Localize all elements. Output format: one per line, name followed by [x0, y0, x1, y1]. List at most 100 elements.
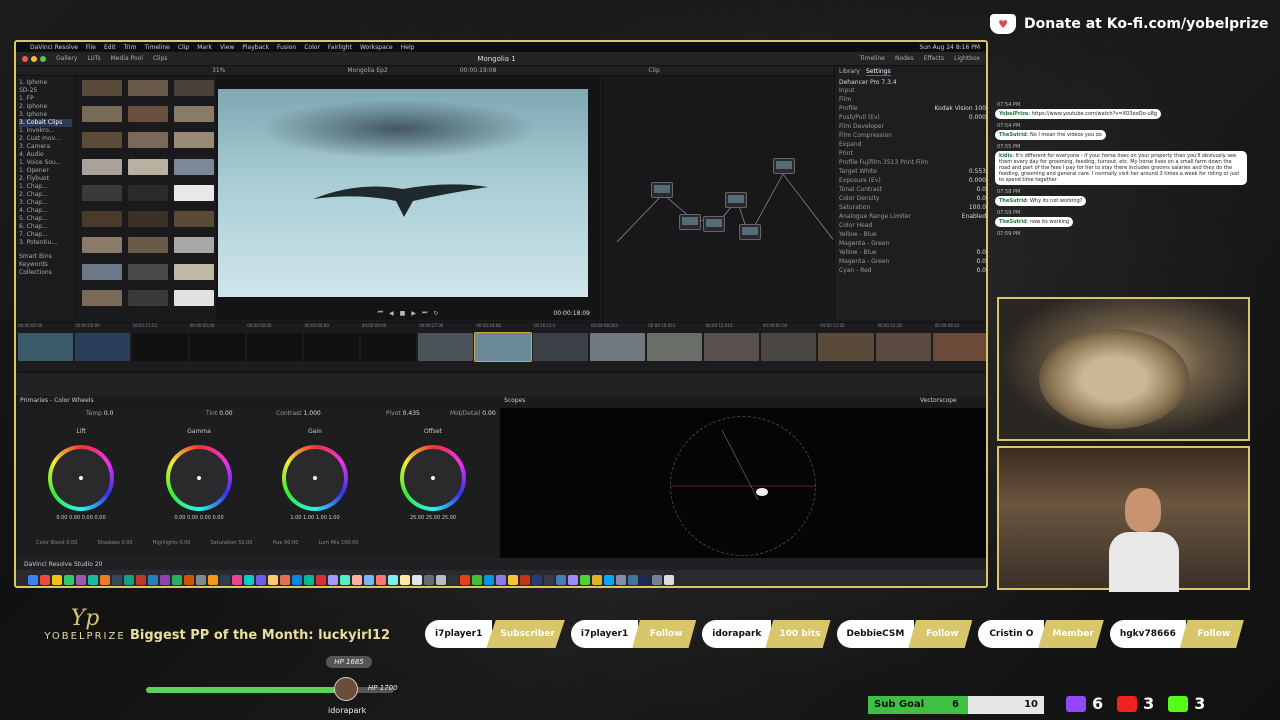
dock-app-icon[interactable]: [292, 575, 302, 585]
menu-view[interactable]: View: [220, 44, 234, 51]
dock-app-icon[interactable]: [628, 575, 638, 585]
node-03[interactable]: [703, 216, 725, 232]
smart-bin-item[interactable]: Keywords: [19, 261, 72, 269]
row-value[interactable]: 0.000: [969, 114, 986, 121]
dock-app-icon[interactable]: [376, 575, 386, 585]
tint-field[interactable]: Tint 0.00: [206, 410, 233, 417]
dock-app-icon[interactable]: [472, 575, 482, 585]
timeline-clip[interactable]: [303, 333, 360, 361]
middetail-field[interactable]: Mid/Detail 0.00: [450, 410, 496, 417]
row-value[interactable]: 100.0: [969, 204, 986, 211]
play-icon[interactable]: ▶: [411, 310, 416, 317]
media-thumbnail[interactable]: [82, 158, 122, 175]
dock-app-icon[interactable]: [508, 575, 518, 585]
media-thumbnail[interactable]: [174, 158, 214, 175]
row-value[interactable]: Enabled: [962, 213, 986, 220]
menu-workspace[interactable]: Workspace: [360, 44, 393, 51]
dock-app-icon[interactable]: [616, 575, 626, 585]
dock-app-icon[interactable]: [184, 575, 194, 585]
menu-playback[interactable]: Playback: [242, 44, 269, 51]
play-reverse-icon[interactable]: ◀: [389, 310, 394, 317]
color-boost-field[interactable]: Color Boost 0.00: [36, 540, 78, 550]
contrast-field[interactable]: Contrast 1.000: [276, 410, 321, 417]
dock-app-icon[interactable]: [196, 575, 206, 585]
tree-item[interactable]: 1. FP: [19, 95, 72, 103]
media-thumbnail[interactable]: [82, 80, 122, 96]
wheel-lift[interactable]: Lift 0.00 0.00 0.00 0.00: [46, 428, 116, 521]
dock-app-icon[interactable]: [388, 575, 398, 585]
menu-timeline[interactable]: Timeline: [144, 44, 170, 51]
shadows-field[interactable]: Shadows 0.00: [98, 540, 133, 550]
dock-app-icon[interactable]: [424, 575, 434, 585]
tab-luts[interactable]: LUTs: [87, 55, 100, 62]
dock-app-icon[interactable]: [496, 575, 506, 585]
wheel-offset[interactable]: Offset 25.00 25.00 25.00: [398, 428, 468, 521]
media-thumbnail[interactable]: [128, 211, 168, 228]
dock-app-icon[interactable]: [520, 575, 530, 585]
smart-bin-item[interactable]: Collections: [19, 269, 72, 277]
menu-help[interactable]: Help: [401, 44, 415, 51]
tree-item[interactable]: 1. Voice Sou...: [19, 159, 72, 167]
dock-app-icon[interactable]: [160, 575, 170, 585]
tree-item[interactable]: 4. Audio: [19, 151, 72, 159]
tab-settings-active[interactable]: Settings: [865, 68, 891, 76]
dock-app-icon[interactable]: [412, 575, 422, 585]
dock-app-icon[interactable]: [76, 575, 86, 585]
timeline-clip[interactable]: [646, 333, 703, 361]
skip-forward-icon[interactable]: ⏭: [422, 309, 427, 317]
dock-app-icon[interactable]: [280, 575, 290, 585]
dock-app-icon[interactable]: [448, 575, 458, 585]
row-value[interactable]: 0.000: [969, 177, 986, 184]
tree-item[interactable]: 1. Chap...: [19, 183, 72, 191]
dock-app-icon[interactable]: [640, 575, 650, 585]
tab-effects[interactable]: Effects: [924, 55, 944, 62]
timeline-clip[interactable]: [875, 333, 931, 361]
menu-color[interactable]: Color: [304, 44, 320, 51]
menu-fusion[interactable]: Fusion: [277, 44, 296, 51]
tree-item[interactable]: 2. Flybuot: [19, 175, 72, 183]
wheel-values[interactable]: 0.00 0.00 0.00 0.00: [46, 515, 116, 521]
tree-item[interactable]: 3. Chap...: [19, 199, 72, 207]
dock-app-icon[interactable]: [484, 575, 494, 585]
timeline-clip[interactable]: [418, 333, 474, 361]
donate-banner[interactable]: ♥ Donate at Ko-fi.com/yobelprize: [990, 14, 1269, 34]
dock-app-icon[interactable]: [28, 575, 38, 585]
dock-app-icon[interactable]: [100, 575, 110, 585]
smart-bins[interactable]: Smart Bins: [19, 253, 72, 261]
dock-app-icon[interactable]: [652, 575, 662, 585]
dock-app-icon[interactable]: [112, 575, 122, 585]
timeline-clip[interactable]: [246, 333, 302, 361]
dock-app-icon[interactable]: [568, 575, 578, 585]
dock-app-icon[interactable]: [316, 575, 326, 585]
media-thumbnail[interactable]: [82, 132, 122, 149]
dock-app-icon[interactable]: [304, 575, 314, 585]
wheel-gain[interactable]: Gain 1.00 1.00 1.00 1.00: [280, 428, 350, 521]
viewer-frame[interactable]: [218, 89, 588, 297]
dock-app-icon[interactable]: [40, 575, 50, 585]
dock-app-icon[interactable]: [52, 575, 62, 585]
node-mode[interactable]: Clip: [648, 67, 659, 74]
minimize-icon[interactable]: [31, 55, 37, 62]
timeline-clip[interactable]: [132, 333, 188, 361]
stop-icon[interactable]: ■: [400, 310, 406, 317]
menu-trim[interactable]: Trim: [124, 44, 137, 51]
tab-lightbox[interactable]: Lightbox: [954, 55, 980, 62]
node-04[interactable]: [725, 192, 747, 208]
dock-app-icon[interactable]: [436, 575, 446, 585]
dock-app-icon[interactable]: [208, 575, 218, 585]
zoom-level[interactable]: 31%: [212, 67, 225, 74]
tree-item[interactable]: 1. Iphone: [19, 79, 72, 87]
timeline-clip[interactable]: [932, 333, 986, 361]
timeline-clip[interactable]: [18, 333, 74, 361]
media-thumbnail[interactable]: [174, 132, 214, 149]
media-thumbnail[interactable]: [174, 184, 214, 201]
menu-clip[interactable]: Clip: [178, 44, 189, 51]
dock-app-icon[interactable]: [580, 575, 590, 585]
media-thumbnail[interactable]: [174, 289, 214, 306]
dock-app-icon[interactable]: [532, 575, 542, 585]
tree-item[interactable]: 3. Camera: [19, 143, 72, 151]
media-thumbnail[interactable]: [174, 237, 214, 254]
dock-app-icon[interactable]: [604, 575, 614, 585]
tab-clips[interactable]: Clips: [153, 55, 167, 62]
lummix-field[interactable]: Lum Mix 100.00: [318, 540, 358, 550]
